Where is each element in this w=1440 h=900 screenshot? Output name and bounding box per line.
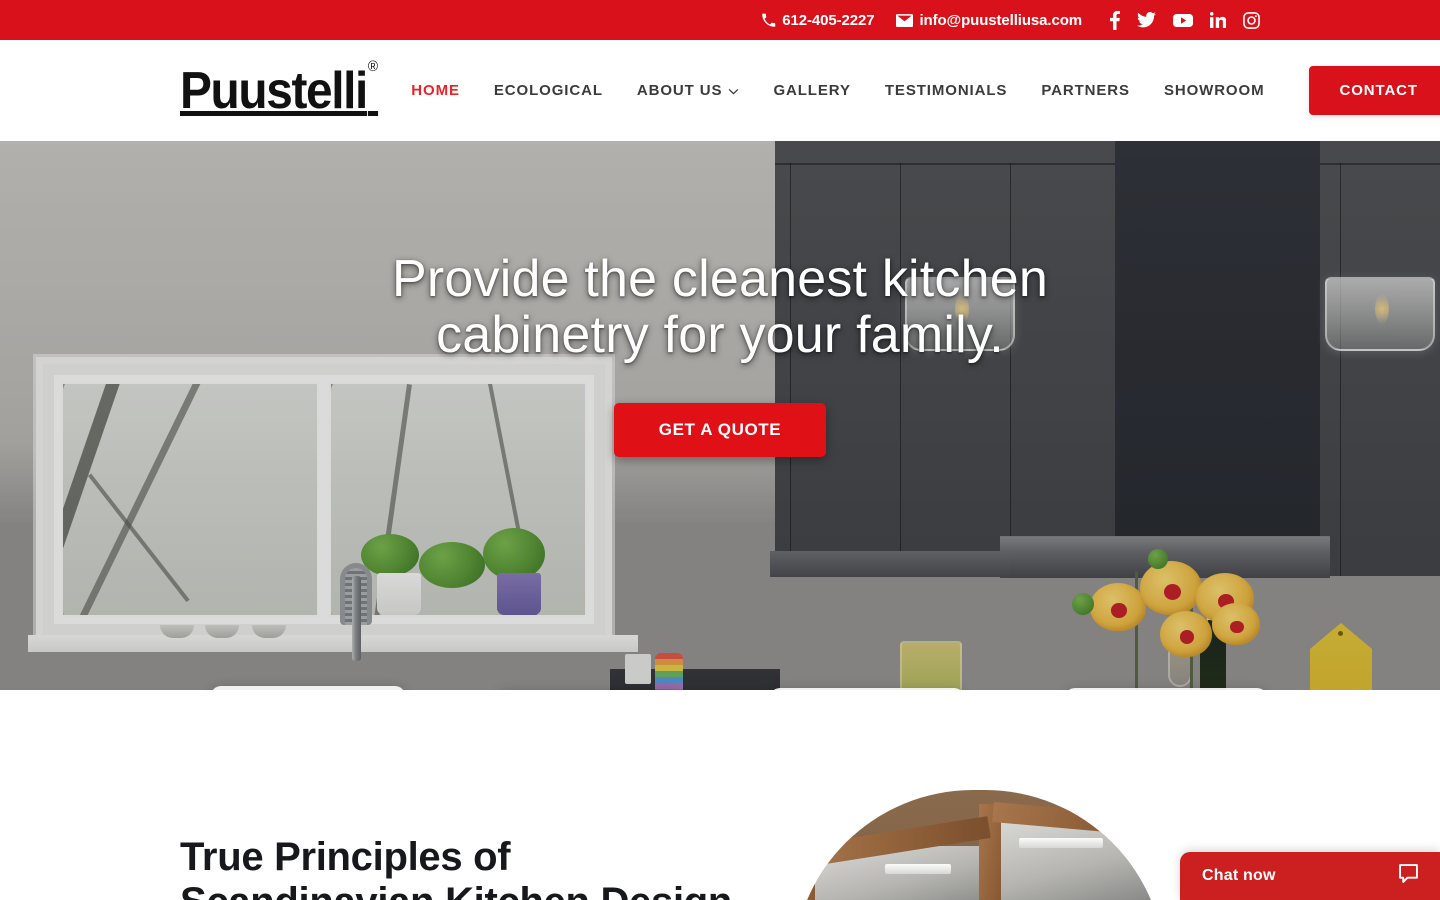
site-header: Puustelli® HOME ECOLOGICAL ABOUT US GALL…: [0, 40, 1440, 141]
contact-button[interactable]: CONTACT: [1309, 66, 1440, 115]
twitter-icon[interactable]: [1137, 12, 1156, 28]
nav-item-gallery[interactable]: GALLERY: [756, 82, 867, 99]
youtube-icon[interactable]: [1173, 13, 1193, 28]
hero-section: Provide the cleanest kitchen cabinetry f…: [0, 141, 1440, 690]
principles-section: True Principles of Scandinavian Kitchen …: [0, 690, 1440, 900]
logo-text: Puustelli: [180, 61, 368, 120]
get-a-quote-label: GET A QUOTE: [658, 420, 782, 440]
email-address: info@puustelliusa.com: [919, 11, 1082, 29]
logo-registered-mark: ®: [367, 58, 379, 76]
nav-item-showroom[interactable]: SHOWROOM: [1147, 82, 1282, 99]
nav-item-about-us[interactable]: ABOUT US: [620, 82, 757, 99]
nav-label: GALLERY: [773, 82, 851, 99]
instagram-icon[interactable]: [1243, 11, 1260, 29]
hero-content: Provide the cleanest kitchen cabinetry f…: [0, 250, 1440, 458]
nav-item-partners[interactable]: PARTNERS: [1024, 82, 1147, 99]
nav-item-testimonials[interactable]: TESTIMONIALS: [868, 82, 1024, 99]
badge-no-particle-board[interactable]: No Particle Board Only Non-endangered Wo…: [770, 688, 965, 690]
chat-now-label: Chat now: [1202, 867, 1276, 884]
main-navigation: HOME ECOLOGICAL ABOUT US GALLERY TESTIMO…: [394, 66, 1440, 115]
get-a-quote-button[interactable]: GET A QUOTE: [613, 403, 827, 458]
nav-label: ECOLOGICAL: [493, 82, 603, 99]
social-links: [1110, 10, 1260, 30]
nav-label: PARTNERS: [1041, 82, 1130, 99]
contact-button-label: CONTACT: [1339, 82, 1418, 99]
badge-no-mdf[interactable]: No MDF Many cabinets use MDF instead of …: [211, 686, 405, 690]
hero-headline: Provide the cleanest kitchen cabinetry f…: [392, 250, 1048, 365]
facebook-icon[interactable]: [1110, 10, 1120, 30]
nav-label: ABOUT US: [636, 82, 723, 99]
badge-no-formaldehyde[interactable]: GLUE No Formaldehyde Only safe, non-toxi…: [1065, 688, 1267, 690]
chevron-down-icon: [728, 82, 739, 99]
logo[interactable]: Puustelli®: [180, 59, 378, 120]
chat-bubble-icon: [1397, 862, 1420, 890]
nav-label: SHOWROOM: [1163, 82, 1265, 99]
principles-heading-line1: True Principles of: [180, 835, 511, 879]
cabinet-showcase-photo: [793, 790, 1165, 900]
nav-item-home[interactable]: HOME: [394, 82, 477, 99]
nav-label: HOME: [411, 82, 460, 99]
principles-heading: True Principles of Scandinavian Kitchen …: [180, 835, 732, 900]
envelope-icon: [896, 13, 914, 27]
nav-label: TESTIMONIALS: [884, 82, 1008, 99]
phone-number: 612-405-2227: [782, 11, 875, 29]
principles-heading-line2: Scandinavian Kitchen Design: [180, 880, 732, 900]
phone-link[interactable]: 612-405-2227: [761, 11, 875, 29]
top-contact-bar: 612-405-2227 info@puustelliusa.com: [0, 0, 1440, 40]
chat-widget[interactable]: Chat now: [1180, 852, 1440, 900]
linkedin-icon[interactable]: [1210, 12, 1226, 28]
top-contact-bar-inner: 612-405-2227 info@puustelliusa.com: [761, 10, 1260, 30]
email-link[interactable]: info@puustelliusa.com: [896, 12, 1082, 29]
nav-item-ecological[interactable]: ECOLOGICAL: [477, 82, 620, 99]
phone-icon: [761, 13, 776, 28]
